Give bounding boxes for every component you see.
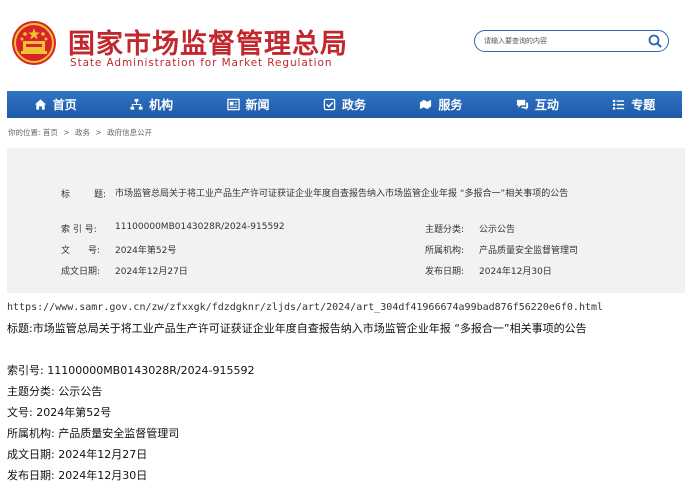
title-label: 标 [61,190,71,200]
site-logo-title[interactable]: 国家市场监督管理总局 [68,22,348,61]
nav-item-affairs[interactable]: 政务 [296,91,392,118]
breadcrumb-gov-info[interactable]: 政府信息公开 [107,128,152,137]
search-box [474,30,669,52]
nav-item-interaction[interactable]: 互动 [489,91,585,118]
page-url[interactable]: https://www.samr.gov.cn/zw/zfxxgk/fdzdgk… [7,302,603,313]
plain-index: 索引号: 11100000MB0143028R/2024-915592 [7,364,255,377]
news-icon [226,98,240,111]
created-date-value: 2024年12月27日 [115,267,188,277]
created-date-label: 成文日期: [61,267,101,277]
plain-published-date: 发布日期: 2024年12月30日 [7,469,148,482]
category-value: 公示公告 [479,225,516,235]
topic-icon [613,99,625,110]
title-label-colon: 题: [94,190,107,200]
breadcrumb-separator: > [95,128,102,137]
plain-category: 主题分类: 公示公告 [7,385,103,398]
nav-label-home: 首页 [52,98,77,112]
plain-title: 标题:市场监管总局关于将工业产品生产许可证获证企业年度自查报告纳入市场监管企业年… [7,322,587,335]
dept-label: 所属机构: [425,246,465,256]
dept-value: 产品质量安全监督管理司 [479,246,579,256]
nav-label-topic: 专题 [631,98,656,112]
document-title: 市场监管总局关于将工业产品生产许可证获证企业年度自查报告纳入市场监管企业年报 “… [115,189,569,199]
breadcrumb-home[interactable]: 首页 [43,128,58,137]
site-header: 国家市场监督管理总局 State Administration for Mark… [0,0,689,88]
nav-label-news: 新闻 [245,98,270,112]
nav-item-home[interactable]: 首页 [7,91,103,118]
category-label: 主题分类: [425,225,465,235]
nav-item-topic[interactable]: 专题 [586,91,682,118]
plain-dept: 所属机构: 产品质量安全监督管理司 [7,427,180,440]
docno-value: 2024年第52号 [115,246,177,256]
nav-label-service: 服务 [438,98,463,112]
main-nav: 首页 机构 新闻 政务 服务 互动 专题 [7,91,682,118]
published-date-label: 发布日期: [425,267,465,277]
breadcrumb: 你的位置: 首页 > 政务 > 政府信息公开 [8,127,152,138]
docno-label: 文 号: [61,246,101,256]
affairs-icon [323,98,336,111]
breadcrumb-affairs[interactable]: 政务 [75,128,90,137]
published-date-value: 2024年12月30日 [479,267,552,277]
nav-label-interaction: 互动 [534,98,559,112]
breadcrumb-separator: > [63,128,70,137]
org-icon [130,98,143,110]
plain-created-date: 成文日期: 2024年12月27日 [7,448,148,461]
search-input[interactable] [484,33,634,49]
service-icon [420,99,432,110]
breadcrumb-prefix: 你的位置: [8,128,41,137]
index-value: 11100000MB0143028R/2024-915592 [115,222,285,232]
plain-docno: 文号: 2024年第52号 [7,406,112,419]
national-emblem-icon[interactable] [10,19,58,67]
home-icon [34,99,46,110]
document-info-panel: 标 题: 市场监管总局关于将工业产品生产许可证获证企业年度自查报告纳入市场监管企… [7,148,685,293]
nav-item-org[interactable]: 机构 [103,91,199,118]
index-label: 索 引 号: [61,225,97,235]
site-logo-subtitle: State Administration for Market Regulati… [70,57,333,69]
nav-label-org: 机构 [149,98,174,112]
nav-item-news[interactable]: 新闻 [200,91,296,118]
nav-label-affairs: 政务 [341,98,366,112]
search-icon[interactable] [647,33,663,49]
interaction-icon [516,99,528,111]
nav-item-service[interactable]: 服务 [393,91,489,118]
